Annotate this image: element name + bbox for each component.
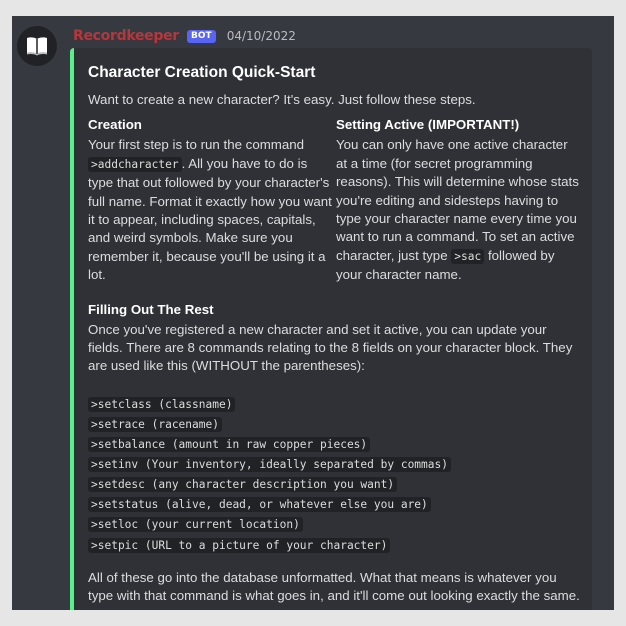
field-text: . All you have to do is type that out fo… xyxy=(88,155,332,283)
field-name: Creation xyxy=(88,117,142,133)
command-item: >setrace (racename) xyxy=(88,414,580,434)
inline-code: >addcharacter xyxy=(88,156,182,172)
username[interactable]: Recordkeeper xyxy=(73,28,179,44)
command-code: >setpic (URL to a picture of your charac… xyxy=(88,537,391,553)
command-code: >setclass (classname) xyxy=(88,396,236,412)
field-name: Filling Out The Rest xyxy=(88,301,214,317)
command-item: >setbalance (amount in raw copper pieces… xyxy=(88,434,580,454)
command-code: >setrace (racename) xyxy=(88,416,222,432)
command-code: >setdesc (any character description you … xyxy=(88,477,398,493)
message-timestamp: 04/10/2022 xyxy=(226,29,296,43)
inline-code: >sac xyxy=(451,248,485,264)
field-text: Your first step is to run the command xyxy=(88,137,305,153)
command-item: >setstatus (alive, dead, or whatever els… xyxy=(88,494,580,514)
page-scrollbar[interactable] xyxy=(614,16,626,610)
command-code: >setbalance (amount in raw copper pieces… xyxy=(88,437,371,453)
command-item: >setinv (Your inventory, ideally separat… xyxy=(88,454,580,474)
field-setting-active: Setting Active (IMPORTANT!) You can only… xyxy=(336,116,580,284)
command-code: >setloc (your current location) xyxy=(88,517,303,533)
book-icon xyxy=(27,37,47,56)
field-name: Setting Active (IMPORTANT!) xyxy=(336,117,520,133)
field-outro: All of these go into the database unform… xyxy=(88,569,580,604)
message-header: Recordkeeper BOT 04/10/2022 xyxy=(73,25,296,44)
field-creation: Creation Your first step is to run the c… xyxy=(88,116,336,284)
embed-inline-fields: Creation Your first step is to run the c… xyxy=(88,116,580,284)
command-list: >setclass (classname) >setrace (racename… xyxy=(88,394,580,555)
command-item: >setclass (classname) xyxy=(88,394,580,414)
bot-avatar[interactable] xyxy=(17,26,57,66)
command-item: >setpic (URL to a picture of your charac… xyxy=(88,535,580,555)
field-filling-out: Filling Out The Rest Once you've registe… xyxy=(88,301,580,606)
embed-title: Character Creation Quick-Start xyxy=(88,64,316,81)
embed-description: Want to create a new character? It's eas… xyxy=(88,92,476,107)
command-code: >setinv (Your inventory, ideally separat… xyxy=(88,457,451,473)
field-value: Your first step is to run the command >a… xyxy=(88,136,336,284)
command-item: >setdesc (any character description you … xyxy=(88,474,580,494)
bot-badge: BOT xyxy=(186,30,216,43)
embed-card: Character Creation Quick-Start Want to c… xyxy=(70,48,592,610)
command-item: >setloc (your current location) xyxy=(88,514,580,534)
field-text: You can only have one active character a… xyxy=(336,137,579,263)
chat-area: Recordkeeper BOT 04/10/2022 Character Cr… xyxy=(12,16,614,610)
command-code: >setstatus (alive, dead, or whatever els… xyxy=(88,497,431,513)
field-intro: Once you've registered a new character a… xyxy=(88,321,573,374)
field-value: You can only have one active character a… xyxy=(336,136,580,284)
